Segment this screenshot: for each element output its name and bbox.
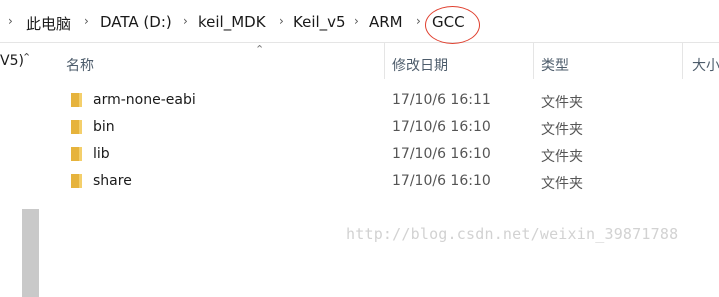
folder-icon [71,93,82,107]
breadcrumb-data-drive[interactable]: DATA (D:) [100,13,172,31]
column-header-type[interactable]: 类型 [541,55,569,75]
annotation-circle [425,6,480,44]
file-row[interactable]: lib 17/10/6 16:10 文件夹 [42,142,719,168]
address-bar[interactable]: › 此电脑 › DATA (D:) › keil_MDK › Keil_v5 ›… [0,0,719,44]
file-date: 17/10/6 16:11 [392,92,491,108]
chevron-right-icon[interactable]: › [416,14,421,28]
column-header-name[interactable]: 名称 [66,55,94,75]
file-name[interactable]: lib [93,146,110,162]
breadcrumb-keil-mdk[interactable]: keil_MDK [198,13,266,31]
folder-icon [71,174,82,188]
file-date: 17/10/6 16:10 [392,119,491,135]
folder-icon [71,147,82,161]
file-type: 文件夹 [541,122,583,138]
column-header-size[interactable]: 大小 [692,55,719,75]
file-date: 17/10/6 16:10 [392,173,491,189]
column-divider[interactable] [682,43,683,79]
breadcrumb-keil-v5[interactable]: Keil_v5 [293,13,346,31]
file-name[interactable]: arm-none-eabi [93,92,196,108]
breadcrumb-this-pc[interactable]: 此电脑 [26,13,71,34]
nav-scrollbar-thumb[interactable] [22,209,39,297]
file-row[interactable]: arm-none-eabi 17/10/6 16:11 文件夹 [42,88,719,114]
column-divider[interactable] [384,43,385,79]
column-divider[interactable] [533,43,534,79]
breadcrumb-arm[interactable]: ARM [369,13,403,31]
chevron-right-icon[interactable]: › [84,14,89,28]
file-date: 17/10/6 16:10 [392,146,491,162]
file-type: 文件夹 [541,176,583,192]
scroll-up-icon[interactable]: ⌃ [22,51,31,64]
column-header-row: ⌃ 名称 修改日期 类型 大小 [42,43,719,83]
folder-icon [71,120,82,134]
file-type: 文件夹 [541,149,583,165]
file-type: 文件夹 [541,95,583,111]
chevron-right-icon[interactable]: › [183,14,188,28]
file-name[interactable]: bin [93,119,115,135]
watermark: http://blog.csdn.net/weixin_39871788 [346,225,679,243]
nav-item-label[interactable]: V5) [0,53,24,69]
sort-ascending-icon: ⌃ [255,43,265,56]
column-header-date[interactable]: 修改日期 [392,55,448,75]
navigation-pane[interactable]: V5) ⌃ [0,43,41,297]
file-row[interactable]: bin 17/10/6 16:10 文件夹 [42,115,719,141]
chevron-right-icon[interactable]: › [279,14,284,28]
chevron-right-icon[interactable]: › [354,14,359,28]
chevron-right-icon[interactable]: › [8,14,13,28]
file-row[interactable]: share 17/10/6 16:10 文件夹 [42,169,719,195]
file-name[interactable]: share [93,173,132,189]
